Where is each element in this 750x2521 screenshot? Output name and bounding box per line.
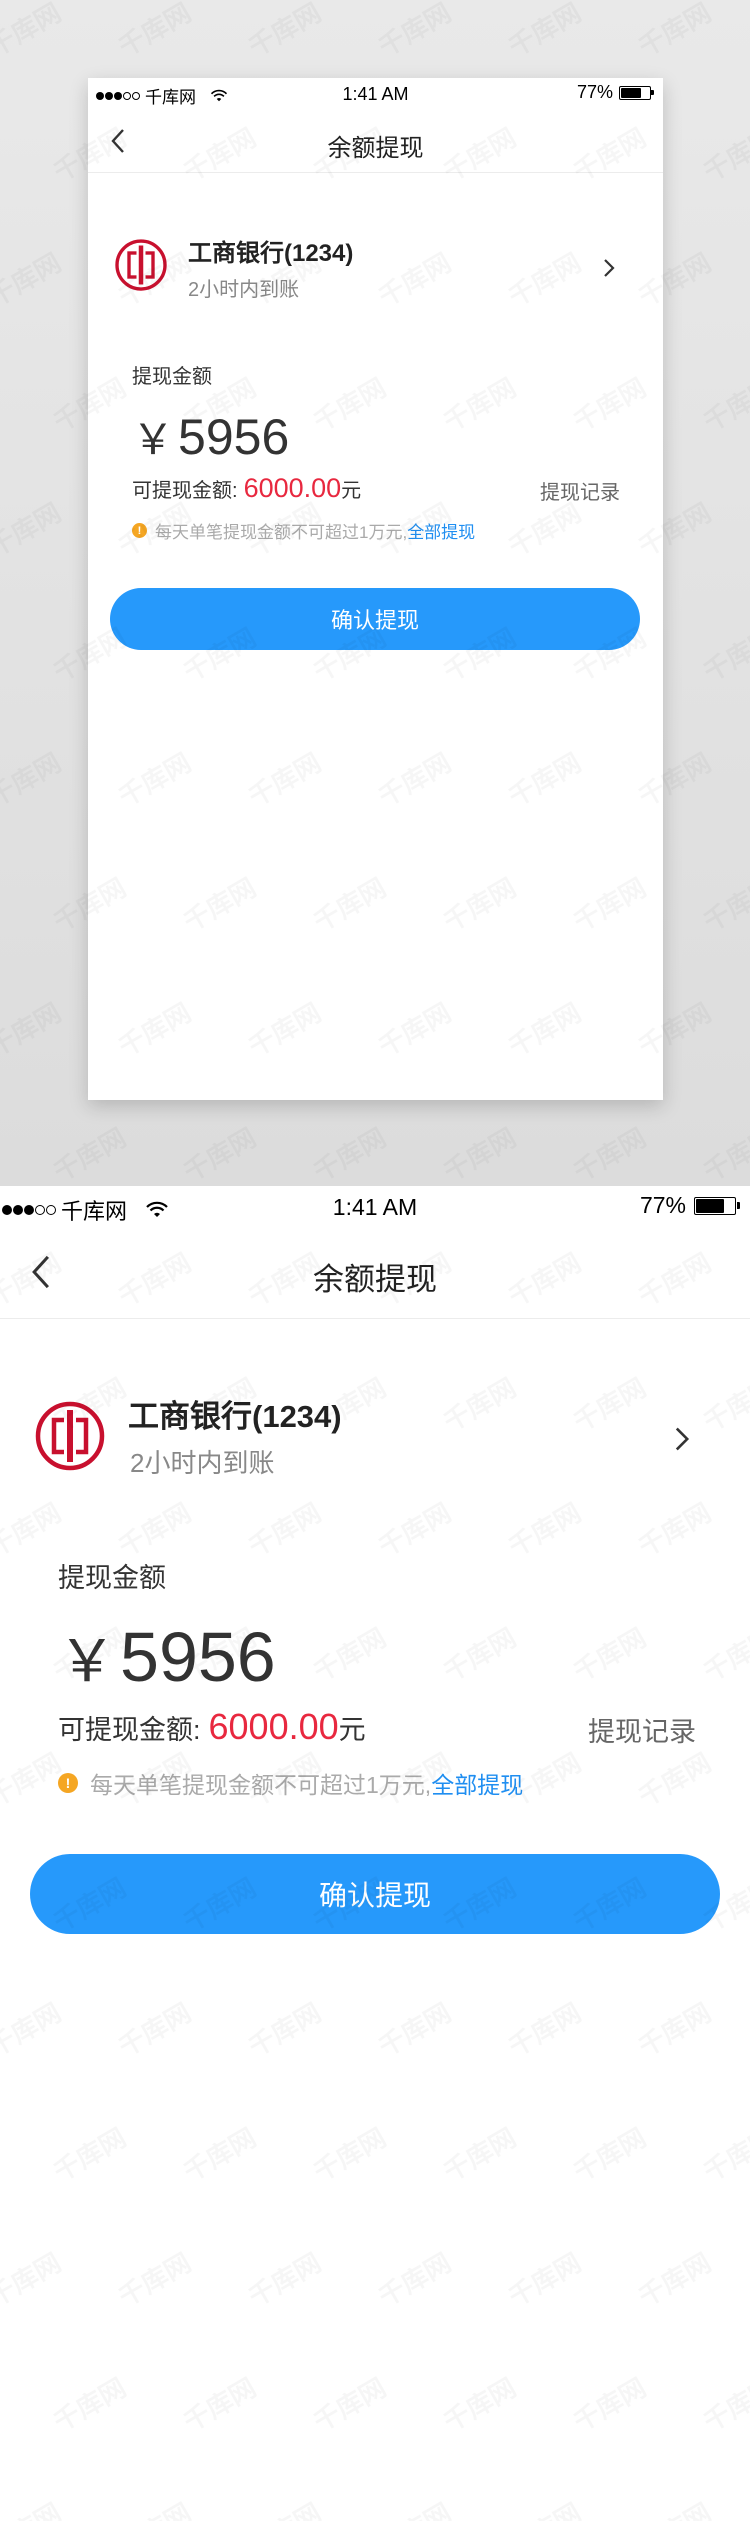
confirm-withdraw-button[interactable]: 确认提现 [110,588,640,650]
chevron-right-icon[interactable] [603,258,615,278]
amount-input[interactable]: ￥ 5956 [58,1614,276,1698]
battery-percent: 77% [576,82,613,102]
icbc-logo-icon [115,239,167,291]
available-value: 6000.00 [243,473,342,503]
nav-bar: 余额提现 [0,1226,750,1319]
amount-input[interactable]: ￥ 5956 [132,406,289,467]
status-time: 1:41 AM [332,1194,418,1220]
status-right: 77% [639,1192,740,1219]
battery-percent: 77% [639,1192,686,1218]
amount-label: 提现金额 [58,1563,166,1593]
warning-icon: ! [58,1773,78,1793]
limit-hint: ! 每天单笔提现金额不可超过1万元, 全部提现 [58,1766,523,1800]
status-right: 77% [576,82,654,103]
amount-label: 提现金额 [132,366,212,388]
battery-icon [619,85,654,100]
withdraw-all-link[interactable]: 全部提现 [431,1766,523,1800]
currency-symbol: ￥ [58,1629,117,1694]
available-label: 可提现金额: [132,480,238,502]
available-unit: 元 [341,480,362,502]
limit-hint: ! 每天单笔提现金额不可超过1万元, 全部提现 [132,518,475,543]
amount-value: 5956 [178,409,290,465]
hint-text: 每天单笔提现金额不可超过1万元, [155,523,408,542]
available-unit: 元 [338,1715,366,1745]
available-amount: 可提现金额: 6000.00 元 [58,1706,366,1748]
withdraw-record-link[interactable]: 提现记录 [588,1710,696,1749]
withdraw-record-link[interactable]: 提现记录 [540,476,620,505]
bank-name[interactable]: 工商银行(1234) [188,233,353,268]
nav-bar: 余额提现 [88,110,663,173]
chevron-right-icon[interactable] [674,1426,690,1452]
full-screen: 千库网 1:41 AM 77% 余额提现 工商银行(1234) 2小时内到账 提… [0,1186,750,2521]
confirm-withdraw-button[interactable]: 确认提现 [30,1854,720,1934]
phone-mockup: 千库网 1:41 AM 77% 余额提现 工商银行(1234) 2小时内到账 提… [88,78,663,1100]
hint-text: 每天单笔提现金额不可超过1万元, [90,1772,432,1798]
status-bar: 千库网 1:41 AM 77% [0,1186,750,1226]
warning-icon: ! [132,523,147,538]
available-amount: 可提现金额: 6000.00 元 [132,473,361,504]
amount-value: 5956 [120,1618,276,1696]
arrival-time: 2小时内到账 [130,1448,275,1478]
currency-symbol: ￥ [132,416,175,463]
icbc-logo-icon [35,1401,105,1471]
available-label: 可提现金额: [58,1715,201,1745]
bank-name[interactable]: 工商银行(1234) [128,1391,342,1436]
available-value: 6000.00 [208,1706,339,1747]
battery-icon [694,1196,740,1215]
page-title: 余额提现 [313,1262,437,1297]
arrival-time: 2小时内到账 [188,279,300,301]
withdraw-all-link[interactable]: 全部提现 [407,518,475,543]
page-title: 余额提现 [327,135,424,162]
status-bar: 千库网 1:41 AM 77% [88,78,663,110]
